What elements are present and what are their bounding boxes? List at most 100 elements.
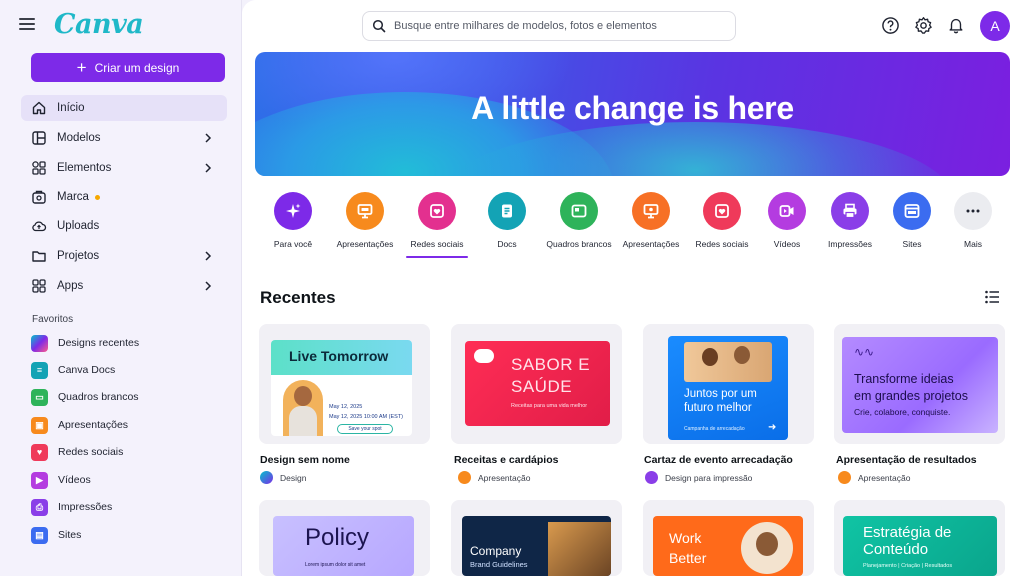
fav-item-canva-docs[interactable]: ≡ Canva Docs — [31, 359, 227, 381]
fav-item-prints[interactable]: ⎙ Impressões — [31, 496, 227, 518]
fav-item-whiteboards[interactable]: ▭ Quadros brancos — [31, 386, 227, 408]
chef-hat-icon — [474, 349, 494, 363]
nav-item-brand[interactable]: Marca — [21, 184, 227, 210]
category-label: Sites — [902, 239, 922, 249]
fav-item-recent-designs[interactable]: Designs recentes — [31, 332, 227, 354]
nav-label: Início — [57, 102, 85, 114]
category-label: Docs — [497, 239, 517, 249]
nav-label: Marca — [57, 191, 89, 203]
thumbnail-text: Campanha de arrecadação — [684, 426, 745, 432]
design-card[interactable]: ∿∿ Transforme ideias em grandes projetos… — [834, 324, 1005, 444]
thumbnail-photo-person — [283, 380, 323, 436]
thumbnail-text: Receitas para uma vida melhor — [511, 403, 588, 409]
category-whiteboards[interactable]: Quadros brancos — [544, 192, 614, 249]
fav-label: Sites — [58, 529, 82, 541]
create-design-label: Criar um design — [94, 60, 180, 75]
site-icon: ▤ — [31, 526, 48, 544]
nav-item-projects[interactable]: Projetos — [21, 243, 227, 269]
card-title: Receitas e cardápios — [454, 454, 559, 466]
create-design-button[interactable]: + Criar um design — [31, 53, 225, 82]
settings-gear-icon[interactable] — [913, 15, 933, 35]
presentation-icon: ▣ — [31, 416, 48, 434]
category-presentations[interactable]: Apresentações — [330, 192, 400, 249]
card-title: Cartaz de evento arrecadação — [644, 454, 793, 466]
doc-icon — [488, 192, 526, 230]
card-type-label: Apresentação — [478, 472, 531, 483]
nav-item-apps[interactable]: Apps — [21, 273, 227, 299]
nav-item-elements[interactable]: Elementos — [21, 155, 227, 181]
thumbnail-title: Transforme ideias — [854, 372, 954, 386]
sparkle-icon — [274, 192, 312, 230]
category-presentations-2[interactable]: Apresentações — [616, 192, 686, 249]
thumbnail-text: Planejamento | Criação | Resultados — [863, 563, 953, 569]
card-type-label: Design para impressão — [665, 472, 753, 483]
whiteboard-icon — [560, 192, 598, 230]
card-type: Design para impressão — [645, 471, 752, 484]
notifications-bell-icon[interactable] — [946, 15, 966, 35]
fav-label: Apresentações — [58, 419, 129, 431]
design-card[interactable]: SABOR E SAÚDE Receitas para uma vida mel… — [451, 324, 622, 444]
thumbnail-photo-people — [684, 342, 772, 382]
design-card[interactable]: Live Tomorrow May 12, 2025 May 12, 2025 … — [259, 324, 430, 444]
hero-banner[interactable]: A little change is here — [255, 52, 1010, 176]
canva-logo[interactable]: Canva — [54, 9, 144, 40]
category-more[interactable]: Mais — [938, 192, 1008, 249]
search-input[interactable] — [394, 20, 714, 32]
category-label: Impressões — [828, 239, 872, 249]
category-prints[interactable]: Impressões — [815, 192, 885, 249]
category-label: Apresentações — [622, 239, 680, 249]
fav-label: Impressões — [58, 501, 113, 513]
thumbnail-title: futuro melhor — [684, 402, 752, 414]
fav-item-presentations[interactable]: ▣ Apresentações — [31, 414, 227, 436]
thumbnail-text: May 12, 2025 — [329, 404, 363, 410]
nav-item-templates[interactable]: Modelos — [21, 125, 227, 151]
category-label: Vídeos — [773, 239, 801, 249]
menu-icon[interactable] — [19, 18, 35, 32]
main-content: A A little change is here Para você Apre… — [242, 0, 1024, 576]
print-type-icon — [645, 471, 658, 484]
fav-item-social-media[interactable]: ♥ Redes sociais — [31, 441, 227, 463]
design-card[interactable]: Policy Lorem ipsum dolor sit amet — [259, 500, 430, 576]
nav-item-uploads[interactable]: Uploads — [21, 213, 227, 239]
recent-designs-icon — [31, 334, 48, 352]
presentation-icon — [632, 192, 670, 230]
help-icon[interactable] — [880, 15, 900, 35]
category-social-media[interactable]: Redes sociais — [402, 192, 472, 258]
fav-item-sites[interactable]: ▤ Sites — [31, 524, 227, 546]
card-title: Design sem nome — [260, 454, 350, 466]
card-type-label: Apresentação — [858, 472, 911, 483]
category-videos[interactable]: Vídeos — [752, 192, 822, 249]
thumbnail-title: Policy — [305, 524, 370, 551]
templates-icon — [31, 130, 47, 146]
search-bar[interactable] — [362, 11, 736, 41]
nav-label: Uploads — [57, 220, 100, 232]
video-icon: ▶ — [31, 471, 48, 489]
sidebar: Canva + Criar um design Início Modelos E… — [0, 0, 242, 576]
design-thumbnail: Juntos por um futuro melhor Campanha de … — [668, 336, 788, 440]
category-social-media-2[interactable]: Redes sociais — [687, 192, 757, 249]
design-card[interactable]: Work Better — [643, 500, 814, 576]
nav-item-home[interactable]: Início — [21, 95, 227, 121]
list-view-icon[interactable] — [984, 289, 1000, 305]
design-card[interactable]: Company Brand Guidelines — [451, 500, 622, 576]
fav-label: Redes sociais — [58, 446, 124, 458]
fav-item-videos[interactable]: ▶ Vídeos — [31, 469, 227, 491]
fav-label: Canva Docs — [58, 364, 116, 376]
presentation-type-icon — [458, 471, 471, 484]
avatar[interactable]: A — [980, 11, 1010, 41]
category-for-you[interactable]: Para você — [258, 192, 328, 249]
heart-icon — [703, 192, 741, 230]
presentation-type-icon — [838, 471, 851, 484]
design-card[interactable]: Juntos por um futuro melhor Campanha de … — [643, 324, 814, 444]
category-sites[interactable]: Sites — [877, 192, 947, 249]
category-docs[interactable]: Docs — [472, 192, 542, 249]
design-card[interactable]: Estratégia de Conteúdo Planejamento | Cr… — [834, 500, 1005, 576]
thumbnail-title: Better — [669, 550, 707, 566]
design-thumbnail: Company Brand Guidelines — [462, 516, 611, 576]
design-type-icon — [260, 471, 273, 484]
nav-label: Elementos — [57, 162, 112, 174]
card-type-label: Design — [280, 472, 307, 483]
banner-title: A little change is here — [471, 90, 794, 126]
thumbnail-photo — [548, 522, 611, 576]
design-thumbnail: Estratégia de Conteúdo Planejamento | Cr… — [843, 516, 997, 576]
